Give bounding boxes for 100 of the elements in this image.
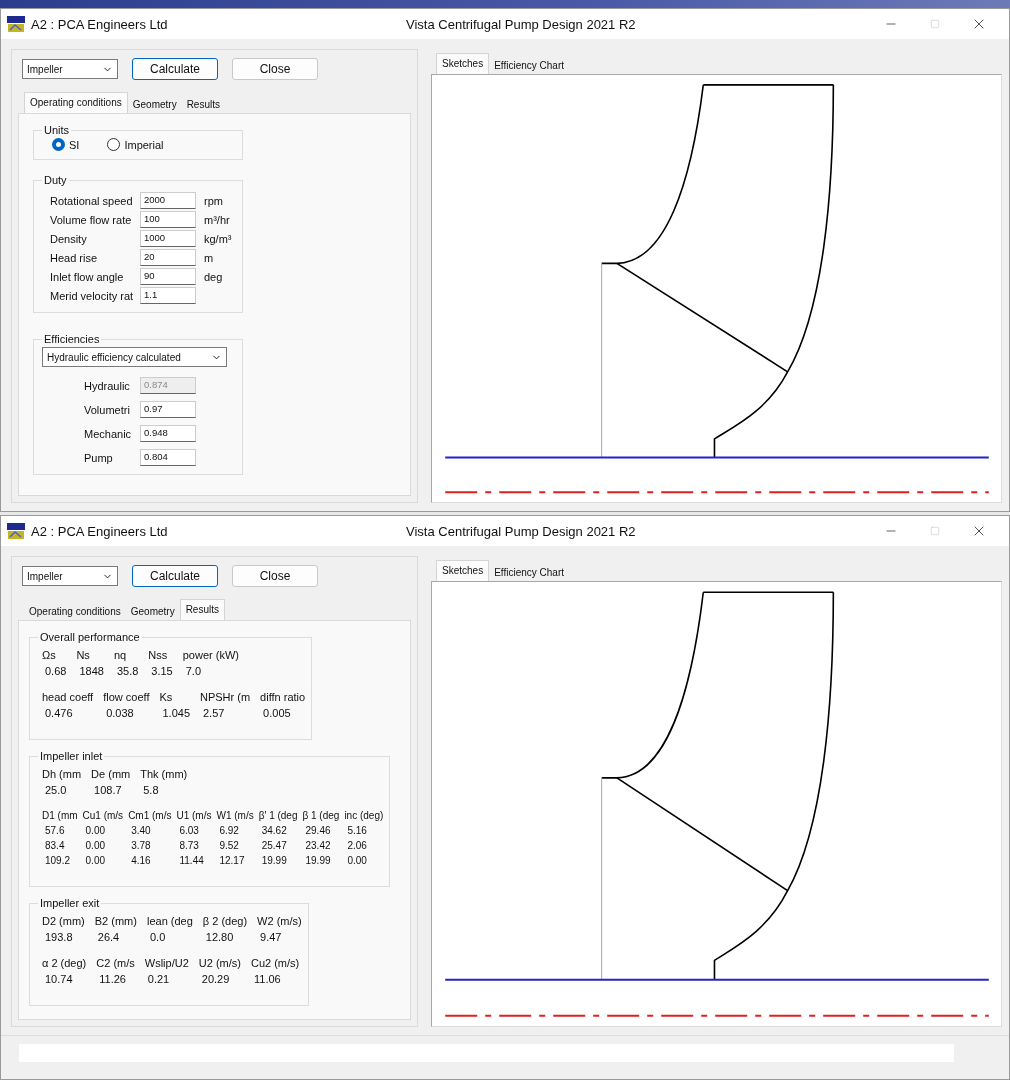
column-header: W2 (m/s) bbox=[257, 915, 302, 927]
column-header: α 2 (deg) bbox=[42, 957, 87, 969]
column-header: Cu1 (m/s bbox=[82, 810, 124, 821]
field-label: Inlet flow angle bbox=[50, 270, 125, 283]
table-cell-text: 3.40 bbox=[130, 825, 152, 836]
window-title: A2 : PCA Engineers Ltd bbox=[31, 16, 169, 32]
table-cell-text: 3.15 bbox=[150, 665, 173, 677]
table-cell-text: 23.42 bbox=[304, 840, 332, 851]
action-button[interactable]: Calculate bbox=[132, 565, 218, 587]
table-cell-text: 34.62 bbox=[260, 825, 288, 836]
action-button[interactable]: Close bbox=[232, 565, 318, 587]
radio-option[interactable]: Imperial bbox=[107, 138, 164, 151]
unit-label: m³/hr bbox=[204, 213, 231, 226]
component-dropdown[interactable]: Impeller bbox=[22, 566, 118, 586]
table-cell-text: 29.46 bbox=[304, 825, 332, 836]
table-cell-text: 193.8 bbox=[44, 931, 74, 943]
table-cell-text: 12.17 bbox=[218, 855, 246, 866]
input-field[interactable]: 90 bbox=[140, 268, 196, 285]
table-cell-text: 6.03 bbox=[178, 825, 200, 836]
input-field[interactable]: 20 bbox=[140, 249, 196, 266]
window-title: Vista Centrifugal Pump Design 2021 R2 bbox=[406, 523, 637, 539]
table-cell-text: 0.00 bbox=[84, 840, 107, 851]
field-label: Hydraulic bbox=[84, 379, 131, 392]
table-cell-text: 0.00 bbox=[84, 855, 107, 866]
table-cell-text: 20.29 bbox=[200, 973, 231, 985]
column-header: Thk (mm) bbox=[140, 768, 188, 780]
table-cell-text: 2.57 bbox=[202, 707, 226, 719]
input-field[interactable]: 0.804 bbox=[140, 449, 196, 466]
radio-icon[interactable] bbox=[52, 138, 65, 151]
column-header: Ns bbox=[76, 649, 91, 661]
table-cell-text: 12.80 bbox=[204, 931, 235, 943]
column-header: head coeff bbox=[42, 691, 94, 703]
action-button[interactable]: Close bbox=[232, 58, 318, 80]
column-header: Wslip/U2 bbox=[144, 957, 189, 969]
table-cell-text: 0.68 bbox=[44, 665, 67, 677]
column-header: D2 (mm) bbox=[42, 915, 85, 927]
group-title: Duty bbox=[43, 174, 68, 186]
table-cell-text: 11.26 bbox=[98, 973, 127, 985]
input-field[interactable]: 1.1 bbox=[140, 287, 196, 304]
table-cell-text: 0.00 bbox=[346, 855, 368, 866]
table-cell-text: 26.4 bbox=[96, 931, 121, 943]
radio-option[interactable]: SI bbox=[52, 138, 80, 151]
app-logo-icon bbox=[7, 523, 25, 539]
component-dropdown[interactable]: Impeller bbox=[22, 59, 118, 79]
table-cell-text: 0.476 bbox=[44, 707, 74, 719]
radio-label: Imperial bbox=[124, 138, 164, 151]
column-header: lean (deg bbox=[146, 915, 193, 927]
input-field[interactable]: 100 bbox=[140, 211, 196, 228]
table-cell-text: 4.16 bbox=[130, 855, 152, 866]
table-cell-text: 0.038 bbox=[105, 707, 135, 719]
table-cell-text: 25.0 bbox=[44, 784, 68, 796]
column-header: U2 (m/s) bbox=[198, 957, 241, 969]
unit-label: m bbox=[204, 251, 215, 264]
table-cell-text: 0.21 bbox=[146, 973, 171, 985]
input-field[interactable]: 0.97 bbox=[140, 401, 196, 418]
column-header: B2 (mm) bbox=[94, 915, 137, 927]
column-header: β' 1 (deg bbox=[258, 810, 298, 821]
tab[interactable]: Results bbox=[179, 599, 225, 620]
column-header: Dh (mm bbox=[42, 768, 82, 780]
table-cell-text: 1848 bbox=[78, 665, 104, 677]
input-field[interactable]: 0.948 bbox=[140, 425, 196, 442]
unit-label: kg/m³ bbox=[204, 232, 233, 245]
field-label: Head rise bbox=[50, 251, 99, 264]
field-label: Merid velocity rat bbox=[50, 289, 132, 302]
column-header: diffn ratio bbox=[260, 691, 306, 703]
column-header: Cm1 (m/s bbox=[128, 810, 172, 821]
input-field[interactable]: 1000 bbox=[140, 230, 196, 247]
table-cell-text: 9.52 bbox=[218, 840, 240, 851]
column-header: flow coeff bbox=[103, 691, 150, 703]
window-title: Vista Centrifugal Pump Design 2021 R2 bbox=[406, 16, 637, 32]
column-header: W1 (m/s bbox=[216, 810, 254, 821]
table-cell-text: 3.78 bbox=[130, 840, 152, 851]
table-cell-text: 0.0 bbox=[148, 931, 167, 943]
column-header: Cu2 (m/s) bbox=[250, 957, 300, 969]
table-cell-text: 0.00 bbox=[84, 825, 107, 836]
group-title: Overall performance bbox=[39, 631, 141, 643]
window-title: A2 : PCA Engineers Ltd bbox=[31, 523, 169, 539]
table-cell-text: 9.47 bbox=[259, 931, 283, 943]
field-label: Volume flow rate bbox=[50, 213, 132, 226]
table-cell-text: 11.06 bbox=[252, 973, 282, 985]
group-title: Impeller exit bbox=[39, 897, 101, 909]
group-title: Impeller inlet bbox=[39, 750, 104, 762]
table-cell-text: 35.8 bbox=[115, 665, 139, 677]
input-field[interactable]: 2000 bbox=[140, 192, 196, 209]
column-header: Ωs bbox=[42, 649, 57, 661]
unit-label: deg bbox=[204, 270, 224, 283]
tab[interactable]: Sketches bbox=[436, 560, 490, 581]
column-header: β 1 (deg bbox=[302, 810, 340, 821]
table-cell-text: 11.44 bbox=[178, 855, 205, 866]
radio-icon[interactable] bbox=[107, 138, 121, 151]
group-title: Efficiencies bbox=[43, 333, 101, 345]
table-cell-text: 0.005 bbox=[262, 707, 292, 719]
tab[interactable]: Operating conditions bbox=[24, 92, 128, 113]
tab[interactable]: Sketches bbox=[436, 53, 490, 74]
field-label: Mechanic bbox=[84, 427, 132, 440]
table-cell-text: 5.8 bbox=[142, 784, 160, 796]
action-button[interactable]: Calculate bbox=[132, 58, 218, 80]
efficiency-mode-dropdown[interactable]: Hydraulic efficiency calculated bbox=[42, 347, 227, 367]
column-header: U1 (m/s bbox=[176, 810, 212, 821]
table-cell-text: 83.4 bbox=[44, 840, 66, 851]
